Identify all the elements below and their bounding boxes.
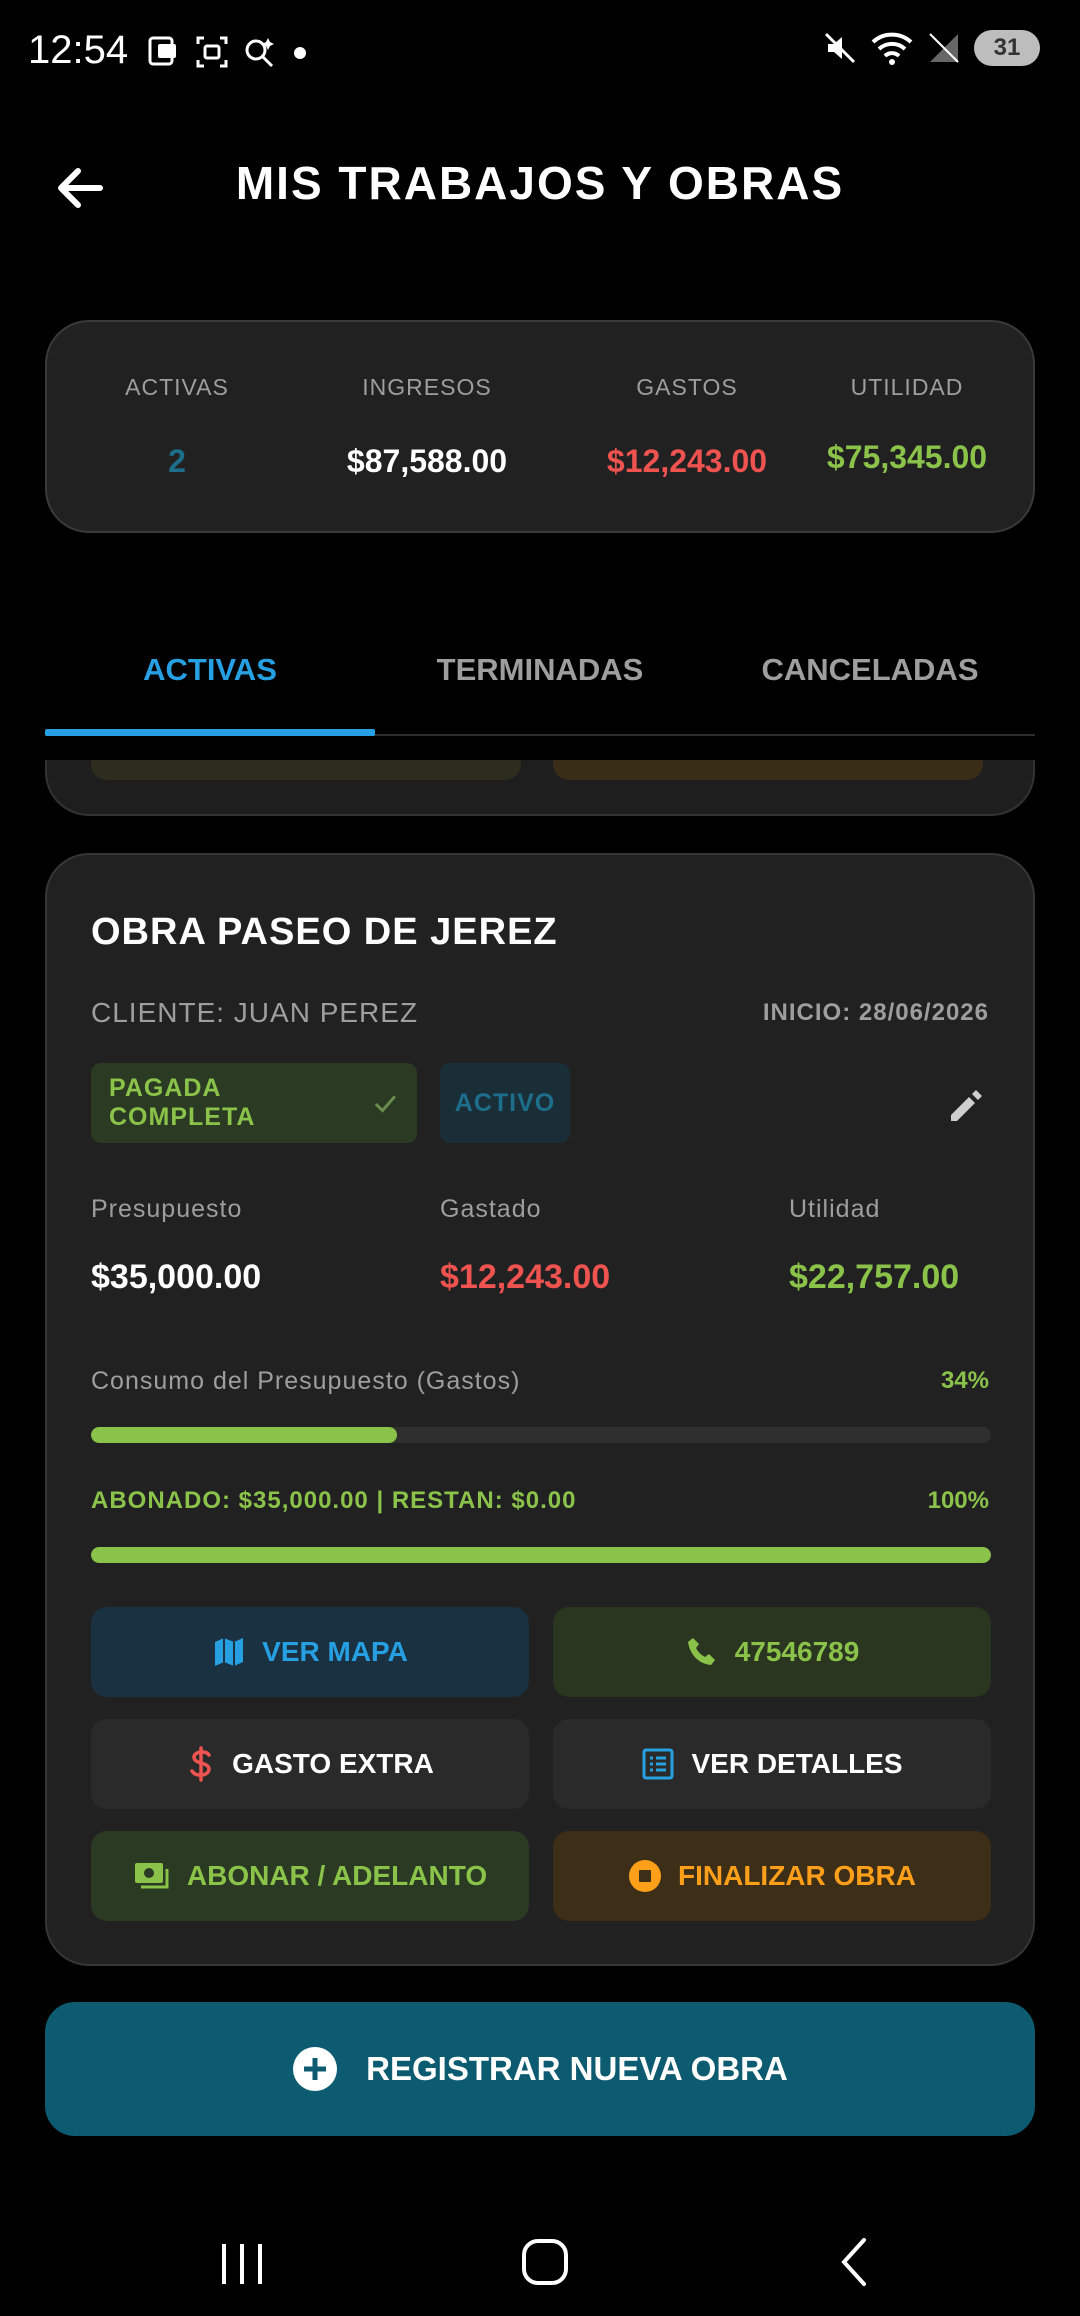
register-new-work-button[interactable]: REGISTRAR NUEVA OBRA [45, 2002, 1035, 2136]
notification-dot-icon [294, 47, 306, 59]
utilidad-value: $22,757.00 [789, 1258, 960, 1296]
summary-ingresos-value: $87,588.00 [346, 443, 508, 479]
payment-status-badge: PAGADA COMPLETA [91, 1063, 417, 1143]
start-date: INICIO: 28/06/2026 [762, 999, 989, 1026]
register-new-work-label: REGISTRAR NUEVA OBRA [366, 2050, 788, 2087]
status-left-icons [146, 34, 310, 70]
stat-gastado: Gastado $12,243.00 [440, 1195, 610, 1297]
check-icon [375, 1095, 397, 1113]
view-details-button[interactable]: VER DETALLES [553, 1719, 991, 1809]
dollar-icon [190, 1746, 211, 1782]
status-badge: ACTIVO [440, 1063, 570, 1143]
signal-icon [929, 33, 959, 63]
gastado-label: Gastado [440, 1195, 542, 1223]
tab-bar: ACTIVAS TERMINADAS CANCELADAS [45, 630, 1035, 736]
budget-usage-bar [91, 1427, 991, 1443]
battery-icon: 31 [974, 30, 1040, 66]
plus-circle-icon [293, 2047, 338, 2091]
tab-indicator [45, 729, 375, 736]
summary-utilidad: UTILIDAD $75,345.00 [807, 374, 1007, 476]
status-bar: 12:54 31 [0, 0, 1080, 100]
paid-progress-bar [91, 1547, 991, 1563]
work-title: OBRA PASEO DE JEREZ [91, 911, 558, 953]
tab-activas[interactable]: ACTIVAS [45, 652, 375, 688]
paid-percent: 100% [927, 1487, 989, 1514]
summary-gastos: GASTOS $12,243.00 [557, 374, 817, 480]
list-icon [642, 1748, 674, 1780]
stat-utilidad: Utilidad $22,757.00 [789, 1195, 959, 1297]
client-name: CLIENTE: JUAN PEREZ [91, 997, 419, 1028]
pencil-icon [951, 1090, 982, 1121]
battery-level: 31 [993, 34, 1021, 61]
summary-ingresos: INGRESOS $87,588.00 [307, 374, 547, 480]
previous-card-button [91, 760, 521, 780]
home-icon[interactable] [520, 2224, 570, 2294]
pay-advance-button[interactable]: ABONAR / ADELANTO [91, 1831, 529, 1921]
extra-expense-label: GASTO EXTRA [232, 1748, 434, 1779]
gastado-value: $12,243.00 [440, 1258, 611, 1296]
previous-card-button [553, 760, 983, 780]
back-icon[interactable] [830, 2224, 880, 2294]
page-title: MIS TRABAJOS Y OBRAS [235, 157, 845, 209]
payment-status-label: PAGADA COMPLETA [109, 1074, 256, 1131]
view-map-button[interactable]: VER MAPA [91, 1607, 529, 1697]
finish-work-button[interactable]: FINALIZAR OBRA [553, 1831, 991, 1921]
summary-ingresos-label: INGRESOS [362, 374, 492, 400]
presupuesto-value: $35,000.00 [91, 1258, 262, 1296]
summary-gastos-value: $12,243.00 [606, 443, 768, 479]
recents-icon[interactable] [218, 2224, 268, 2294]
phone-number-label: 47546789 [734, 1636, 860, 1667]
map-icon [215, 1638, 244, 1666]
status-time: 12:54 [28, 28, 129, 72]
budget-usage-label: Consumo del Presupuesto (Gastos) [91, 1367, 521, 1395]
work-card: OBRA PASEO DE JEREZ CLIENTE: JUAN PEREZ … [45, 853, 1035, 1966]
top-app-bar: MIS TRABAJOS Y OBRAS [0, 140, 1080, 230]
call-button[interactable]: 47546789 [553, 1607, 991, 1697]
screenshot-icon [196, 36, 228, 68]
stop-circle-icon [629, 1860, 661, 1892]
edit-button[interactable] [945, 1083, 989, 1127]
budget-usage-fill [91, 1427, 397, 1443]
pay-advance-label: ABONAR / ADELANTO [186, 1860, 488, 1891]
phone-icon [687, 1638, 715, 1665]
finish-work-label: FINALIZAR OBRA [678, 1860, 916, 1891]
utilidad-label: Utilidad [789, 1195, 881, 1223]
summary-activas-label: ACTIVAS [125, 374, 229, 400]
extra-expense-button[interactable]: GASTO EXTRA [91, 1719, 529, 1809]
previous-work-card[interactable] [45, 760, 1035, 816]
wifi-icon [871, 32, 913, 65]
assistant-icon [245, 38, 274, 68]
view-details-label: VER DETALLES [691, 1748, 903, 1779]
mute-icon [824, 32, 856, 64]
sim-icon [148, 36, 176, 66]
view-map-label: VER MAPA [262, 1636, 408, 1667]
summary-gastos-label: GASTOS [636, 374, 738, 400]
system-nav-bar [0, 2210, 1080, 2316]
stat-presupuesto: Presupuesto $35,000.00 [91, 1195, 261, 1297]
summary-utilidad-value: $75,345.00 [826, 439, 988, 475]
presupuesto-label: Presupuesto [91, 1195, 243, 1223]
cash-icon [134, 1863, 169, 1889]
summary-utilidad-label: UTILIDAD [850, 374, 964, 400]
paid-summary-label: ABONADO: $35,000.00 | RESTAN: $0.00 [91, 1487, 577, 1514]
summary-card: ACTIVAS 2 INGRESOS $87,588.00 GASTOS $12… [45, 320, 1035, 533]
status-right-icons: 31 [822, 30, 1040, 66]
status-badge-label: ACTIVO [454, 1088, 556, 1117]
tab-canceladas[interactable]: CANCELADAS [705, 652, 1035, 688]
paid-progress-fill [91, 1547, 991, 1563]
tab-terminadas[interactable]: TERMINADAS [375, 652, 705, 688]
summary-activas: ACTIVAS 2 [87, 374, 267, 480]
budget-usage-percent: 34% [940, 1367, 989, 1394]
summary-activas-value: 2 [168, 443, 186, 479]
